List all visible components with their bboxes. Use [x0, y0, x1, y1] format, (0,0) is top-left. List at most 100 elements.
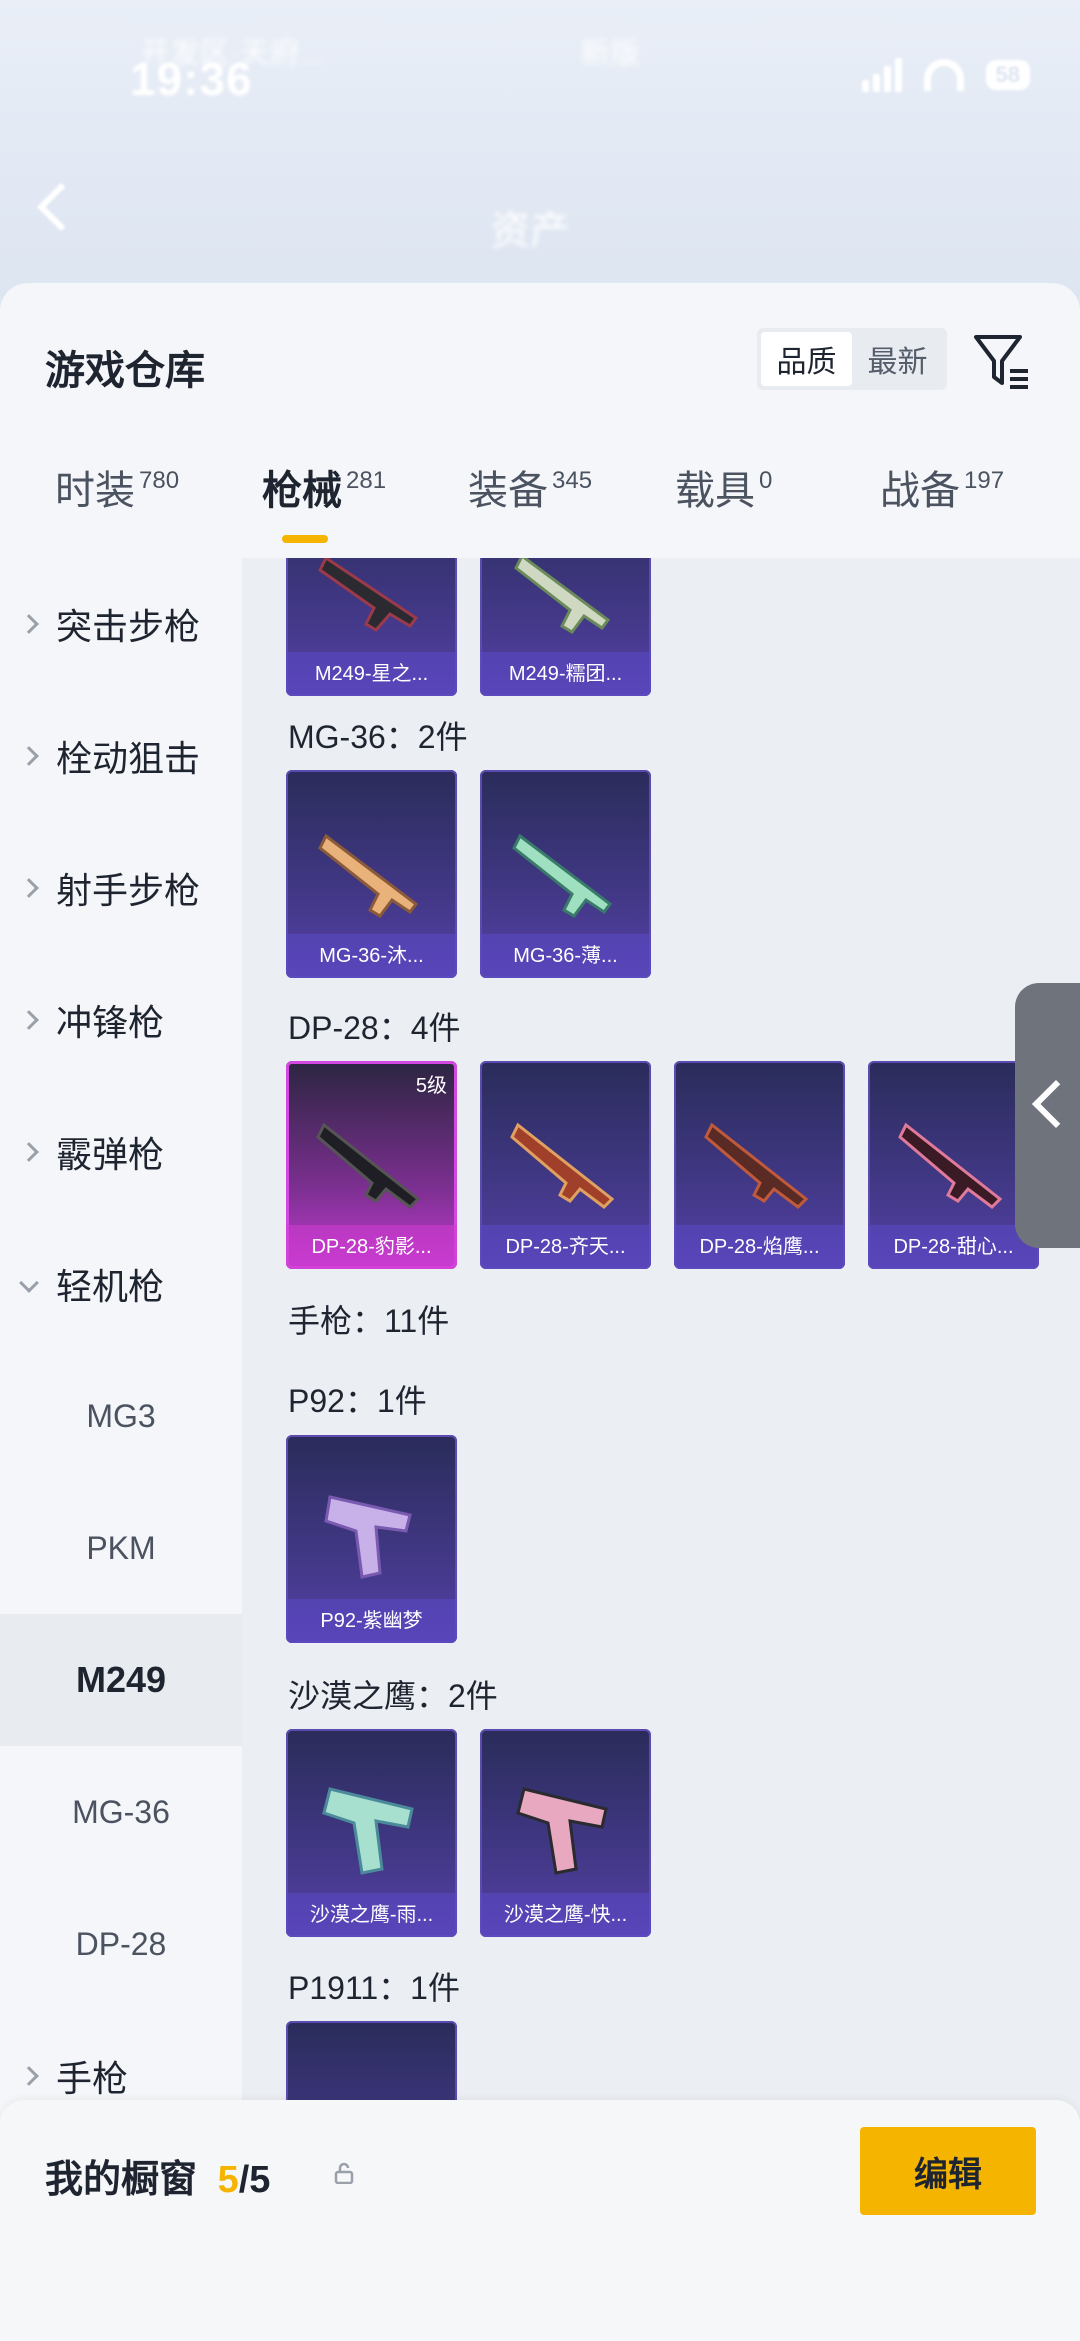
rifle-icon	[318, 833, 419, 918]
nav-shotgun[interactable]: 霰弹枪	[0, 1086, 242, 1218]
nav-label: 突击步枪	[56, 606, 201, 647]
weapon-card[interactable]: 沙漠之鹰-快...	[480, 1729, 651, 1937]
weapon-card[interactable]: 5级 DP-28-豹影...	[286, 1061, 457, 1269]
section-label-deagle: 沙漠之鹰：2件	[288, 1678, 498, 1714]
chevron-right-icon	[19, 878, 39, 898]
rifle-icon	[514, 558, 611, 634]
nav-sub-mg36[interactable]: MG-36	[0, 1746, 242, 1878]
weapon-name: DP-28-豹影...	[286, 1225, 457, 1269]
tab-count: 281	[346, 467, 387, 494]
nav-label: 射手步枪	[56, 870, 201, 911]
background-header: 开发区·天府... 新版 19:36 58 资产	[0, 0, 1080, 300]
tab-count: 197	[964, 467, 1005, 494]
nav-marksman-rifle[interactable]: 射手步枪	[0, 822, 242, 954]
nav-label: 手枪	[56, 2058, 129, 2099]
weapon-name: DP-28-甜心...	[868, 1225, 1039, 1269]
weapon-name: M249-糯团...	[480, 652, 651, 696]
showcase-count: 5/5	[218, 2159, 271, 2201]
showcase-label: 我的橱窗 5/5	[45, 2148, 270, 2203]
tab-label: 时装	[55, 469, 135, 513]
tab-label: 战备	[880, 469, 960, 513]
weapon-card[interactable]: MG-36-薄...	[480, 770, 651, 978]
nav-label: 栓动狙击	[56, 738, 201, 779]
battery-icon: 58	[985, 60, 1030, 90]
section-label-mg36: MG-36：2件	[288, 719, 468, 755]
weapon-name: 沙漠之鹰-快...	[480, 1893, 651, 1937]
sheet-title: 游戏仓库	[45, 349, 205, 393]
weapon-type-nav: 突击步枪 栓动狙击 射手步枪 冲锋枪 霰弹枪 轻机枪 MG3 PKM M249 …	[0, 558, 242, 2208]
back-icon[interactable]	[36, 182, 86, 232]
sort-quality-button[interactable]: 品质	[761, 332, 852, 386]
chevron-right-icon	[19, 614, 39, 634]
sort-latest-button[interactable]: 最新	[852, 332, 943, 386]
pistol-icon	[322, 1787, 414, 1875]
wifi-icon	[923, 59, 964, 91]
tab-label: 枪械	[262, 469, 342, 513]
weapon-card[interactable]: M249-星之...	[286, 558, 457, 696]
rifle-icon	[318, 558, 419, 632]
chevron-left-icon	[1031, 1079, 1080, 1129]
weapon-card[interactable]: DP-28-焰鹰...	[674, 1061, 845, 1269]
chevron-right-icon	[19, 746, 39, 766]
tab-fashion[interactable]: 时装 780	[55, 458, 179, 548]
status-icons: 58	[861, 58, 1030, 92]
weapon-name: P92-紫幽梦	[286, 1599, 457, 1643]
edit-button[interactable]: 编辑	[860, 2127, 1036, 2215]
section-label-pistol: 手枪：11件	[288, 1303, 450, 1339]
weapon-name: DP-28-焰鹰...	[674, 1225, 845, 1269]
rifle-icon	[512, 833, 613, 918]
rifle-icon	[316, 1122, 421, 1209]
nav-label: 轻机枪	[56, 1266, 165, 1307]
lock-icon	[334, 2162, 354, 2184]
rifle-icon	[898, 1122, 1003, 1209]
weapon-name: MG-36-沐...	[286, 934, 457, 978]
nav-sub-dp28[interactable]: DP-28	[0, 1878, 242, 2010]
weapon-card[interactable]: M249-糯团...	[480, 558, 651, 696]
section-label-p1911: P1911：1件	[288, 1970, 460, 2006]
status-time: 19:36	[130, 53, 253, 105]
showcase-bar: 我的橱窗 5/5 编辑	[0, 2100, 1080, 2341]
tab-label: 装备	[468, 469, 548, 513]
weapon-card[interactable]: P92-紫幽梦	[286, 1435, 457, 1643]
nav-label: 冲锋枪	[56, 1002, 165, 1043]
weapon-card[interactable]: DP-28-甜心...	[868, 1061, 1039, 1269]
tab-vehicles[interactable]: 载具 0	[675, 458, 772, 548]
weapon-name: MG-36-薄...	[480, 934, 651, 978]
chevron-right-icon	[19, 2066, 39, 2086]
nav-label: 霰弹枪	[56, 1134, 165, 1175]
section-label-dp28: DP-28：4件	[288, 1010, 461, 1046]
nav-bolt-sniper[interactable]: 栓动狙击	[0, 690, 242, 822]
chevron-right-icon	[19, 1010, 39, 1030]
tab-equipment[interactable]: 装备 345	[468, 458, 592, 548]
filter-icon[interactable]	[972, 331, 1034, 391]
rifle-icon	[510, 1122, 615, 1209]
weapon-name: M249-星之...	[286, 652, 457, 696]
tab-label: 载具	[675, 469, 755, 513]
rifle-icon	[704, 1122, 809, 1209]
weapon-name: 沙漠之鹰-雨...	[286, 1893, 457, 1937]
nav-assault-rifle[interactable]: 突击步枪	[0, 558, 242, 690]
page-title: 资产	[490, 209, 570, 253]
nav-sub-mg3[interactable]: MG3	[0, 1350, 242, 1482]
tab-count: 0	[759, 467, 773, 494]
weapon-card[interactable]: DP-28-齐天...	[480, 1061, 651, 1269]
active-tab-indicator	[282, 535, 328, 543]
category-tabs: 时装 780 枪械 281 装备 345 载具 0 战备 197	[0, 458, 1080, 558]
nav-lmg[interactable]: 轻机枪	[0, 1218, 242, 1350]
weapon-card[interactable]: MG-36-沐...	[286, 770, 457, 978]
weapon-name: DP-28-齐天...	[480, 1225, 651, 1269]
tab-supplies[interactable]: 战备 197	[880, 458, 1004, 548]
weapon-grid: M249-星之... M249-糯团... MG-36：2件 MG-36-沐..…	[242, 558, 1080, 2208]
weapon-card[interactable]: 沙漠之鹰-雨...	[286, 1729, 457, 1937]
nav-sub-m249[interactable]: M249	[0, 1614, 242, 1746]
pistol-icon	[324, 1495, 412, 1579]
sort-toggle: 品质 最新	[757, 328, 947, 390]
tab-count: 345	[552, 467, 593, 494]
showcase-current: 5	[217, 2159, 239, 2201]
nav-smg[interactable]: 冲锋枪	[0, 954, 242, 1086]
nav-sub-pkm[interactable]: PKM	[0, 1482, 242, 1614]
pistol-icon	[516, 1787, 608, 1875]
chevron-right-icon	[19, 1142, 39, 1162]
showcase-total: /5	[238, 2159, 271, 2201]
side-drawer-handle[interactable]	[1015, 983, 1080, 1248]
